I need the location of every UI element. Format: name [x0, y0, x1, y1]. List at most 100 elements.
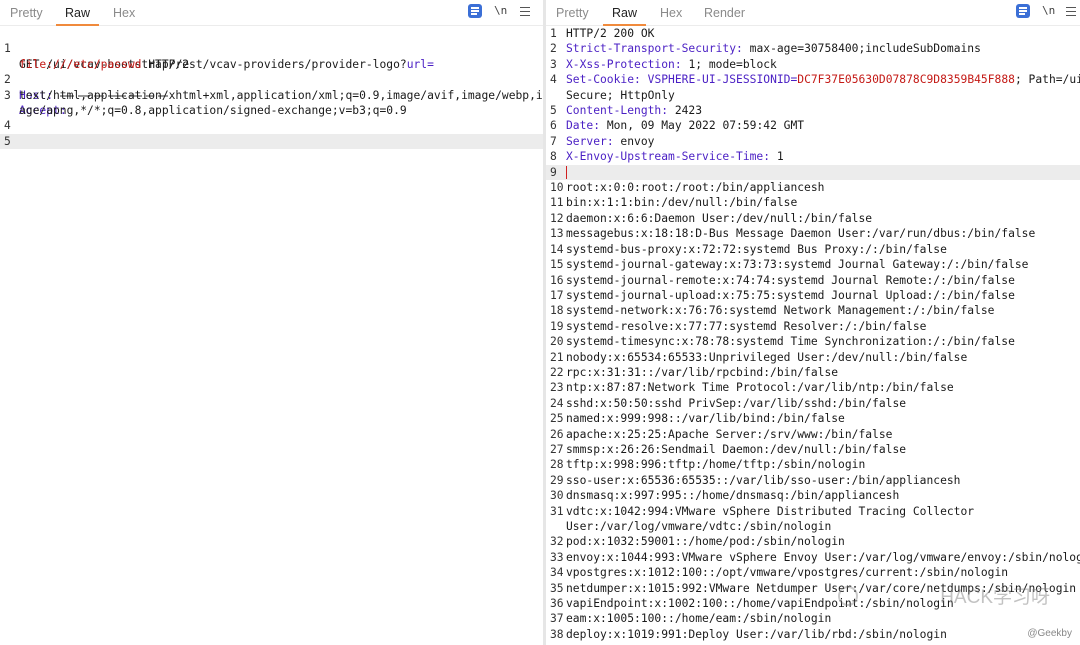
tab-hex[interactable]: Hex	[660, 6, 682, 20]
line-text: sso-user:x:65536:65535::/var/lib/sso-use…	[566, 473, 961, 487]
tab-raw[interactable]: Raw	[602, 6, 647, 26]
request-line: 2 Host:	[0, 57, 543, 102]
line-text: systemd-network:x:76:76:systemd Network …	[566, 304, 995, 318]
line-text: named:x:999:998::/var/lib/bind:/bin/fals…	[566, 412, 845, 426]
line-text: daemon:x:6:6:Daemon User:/dev/null:/bin/…	[566, 211, 873, 225]
response-body-line: 26 apache:x:25:25:Apache Server:/srv/www:…	[546, 427, 1080, 442]
response-line: 6 Date: Mon, 09 May 2022 07:59:42 GMT	[550, 119, 805, 133]
line-number: 17	[550, 288, 564, 302]
line-text: nobody:x:65534:65533:Unprivileged User:/…	[566, 350, 968, 364]
render-toggle-icon[interactable]	[468, 4, 482, 18]
line-text: vpostgres:x:1012:100::/opt/vmware/vpostg…	[566, 566, 1009, 580]
response-body-line: 14 systemd-bus-proxy:x:72:72:systemd Bus …	[546, 242, 1080, 257]
response-pane: Pretty Raw Hex Render \n 1 HTTP/2 200 OK …	[546, 0, 1080, 645]
line-text: apache:x:25:25:Apache Server:/srv/www:/b…	[566, 427, 893, 441]
newline-toggle[interactable]: \n	[494, 4, 507, 17]
watermark-logo-icon	[838, 586, 858, 606]
watermark-text: HACK学习呀	[940, 587, 1050, 608]
response-body-line: 12 daemon:x:6:6:Daemon User:/dev/null:/bi…	[546, 211, 1080, 226]
text-caret	[566, 166, 567, 180]
response-body-line: 24 sshd:x:50:50:sshd PrivSep:/var/lib/ssh…	[546, 396, 1080, 411]
request-line-current: 5	[0, 133, 543, 150]
response-body: 10 root:x:0:0:root:/root:/bin/appliancesh…	[546, 180, 1080, 642]
response-tabbar: Pretty Raw Hex Render \n	[546, 0, 1080, 26]
request-pane: Pretty Raw Hex \n 1 GET /ui/vcav-bootstr…	[0, 0, 543, 645]
render-toggle-icon[interactable]	[1016, 4, 1030, 18]
line-text: bin:x:1:1:bin:/dev/null:/bin/false	[566, 196, 798, 210]
response-body-line: 23 ntp:x:87:87:Network Time Protocol:/var…	[546, 380, 1080, 395]
line-number: 12	[550, 211, 564, 225]
line-number: 26	[550, 427, 564, 441]
request-tabbar: Pretty Raw Hex \n	[0, 0, 543, 26]
response-body-line: 31 vdtc:x:1042:994:VMware vSphere Distrib…	[546, 504, 1080, 519]
response-editor[interactable]: 1 HTTP/2 200 OK 2 Strict-Transport-Securit…	[546, 26, 1080, 642]
response-body-line: 17 systemd-journal-upload:x:75:75:systemd…	[546, 288, 1080, 303]
tab-raw[interactable]: Raw	[55, 6, 100, 26]
line-text: systemd-journal-upload:x:75:75:systemd J…	[566, 288, 1015, 302]
response-line: 5 Content-Length: 2423	[550, 104, 703, 118]
response-line: 1 HTTP/2 200 OK	[550, 27, 655, 40]
response-body-line: 18 systemd-network:x:76:76:systemd Networ…	[546, 303, 1080, 318]
response-line-current: 9	[546, 164, 1080, 181]
line-number: 16	[550, 273, 564, 287]
response-body-line: 16 systemd-journal-remote:x:74:74:systemd…	[546, 273, 1080, 288]
response-body-line: 19 systemd-resolve:x:77:77:systemd Resolv…	[546, 319, 1080, 334]
line-text: pod:x:1032:59001::/home/pod:/sbin/nologi…	[566, 535, 845, 549]
newline-toggle[interactable]: \n	[1042, 4, 1055, 17]
response-body-line: 15 systemd-journal-gateway:x:73:73:system…	[546, 257, 1080, 272]
response-body-line: User:/var/log/vmware/vdtc:/sbin/nologin	[546, 519, 1080, 534]
line-text: systemd-resolve:x:77:77:systemd Resolver…	[566, 319, 927, 333]
line-text: systemd-bus-proxy:x:72:72:systemd Bus Pr…	[566, 242, 947, 256]
request-line: 3 Accept:	[4, 88, 67, 118]
response-line: 3 X-Xss-Protection: 1; mode=block	[550, 57, 777, 71]
line-number: 37	[550, 612, 564, 626]
line-text: rpc:x:31:31::/var/lib/rpcbind:/bin/false	[566, 365, 839, 379]
line-number: 11	[550, 196, 564, 210]
line-number: 32	[550, 535, 564, 549]
line-number: 27	[550, 442, 564, 456]
request-line: 1 GET /ui/vcav-bootstrap/rest/vcav-provi…	[4, 42, 434, 71]
response-body-line: 27 smmsp:x:26:26:Sendmail Daemon:/dev/nul…	[546, 442, 1080, 457]
tab-pretty[interactable]: Pretty	[556, 6, 589, 20]
line-number: 36	[550, 597, 564, 611]
credit-text: @Geekby	[1027, 628, 1072, 639]
line-number: 34	[550, 566, 564, 580]
line-text: deploy:x:1019:991:Deploy User:/var/lib/r…	[566, 627, 947, 641]
request-editor[interactable]: 1 GET /ui/vcav-bootstrap/rest/vcav-provi…	[0, 26, 543, 150]
line-text: sshd:x:50:50:sshd PrivSep:/var/lib/sshd:…	[566, 396, 907, 410]
response-line: Secure; HttpOnly	[566, 88, 675, 102]
response-line: 4 Set-Cookie: VSPHERE-UI-JSESSIONID=DC7F3…	[550, 73, 1080, 87]
line-text: eam:x:1005:100::/home/eam:/sbin/nologin	[566, 612, 832, 626]
response-line: 8 X-Envoy-Upstream-Service-Time: 1	[550, 150, 784, 164]
line-number: 10	[550, 181, 564, 195]
line-number: 23	[550, 381, 564, 395]
line-number: 20	[550, 335, 564, 349]
line-number: 28	[550, 458, 564, 472]
menu-icon[interactable]	[520, 4, 530, 19]
response-line: 2 Strict-Transport-Security: max-age=3075…	[550, 42, 981, 56]
tab-hex[interactable]: Hex	[113, 6, 135, 20]
response-body-line: 21 nobody:x:65534:65533:Unprivileged User…	[546, 350, 1080, 365]
line-number: 19	[550, 319, 564, 333]
line-number: 13	[550, 227, 564, 241]
response-body-line: 28 tftp:x:998:996:tftp:/home/tftp:/sbin/n…	[546, 457, 1080, 472]
response-body-line: 33 envoy:x:1044:993:VMware vSphere Envoy …	[546, 550, 1080, 565]
line-text: ntp:x:87:87:Network Time Protocol:/var/l…	[566, 381, 954, 395]
line-number: 38	[550, 627, 564, 641]
line-text: dnsmasq:x:997:995::/home/dnsmasq:/bin/ap…	[566, 489, 900, 503]
response-body-line: 30 dnsmasq:x:997:995::/home/dnsmasq:/bin/…	[546, 488, 1080, 503]
line-number: 18	[550, 304, 564, 318]
response-body-line: 22 rpc:x:31:31::/var/lib/rpcbind:/bin/fal…	[546, 365, 1080, 380]
request-line: file:///etc/passwd HTTP/2	[19, 57, 190, 71]
line-text: systemd-journal-gateway:x:73:73:systemd …	[566, 258, 1029, 272]
line-text: systemd-timesync:x:78:78:systemd Time Sy…	[566, 335, 1015, 349]
response-body-line: 10 root:x:0:0:root:/root:/bin/appliancesh	[546, 180, 1080, 195]
request-line: age/apng,*/*;q=0.8,application/signed-ex…	[19, 104, 407, 118]
request-line: 4	[4, 119, 11, 133]
tab-pretty[interactable]: Pretty	[10, 6, 43, 20]
menu-icon[interactable]	[1066, 4, 1076, 19]
line-text: messagebus:x:18:18:D-Bus Message Daemon …	[566, 227, 1036, 241]
line-text: root:x:0:0:root:/root:/bin/appliancesh	[566, 181, 825, 195]
tab-render[interactable]: Render	[704, 6, 745, 20]
line-text: envoy:x:1044:993:VMware vSphere Envoy Us…	[566, 550, 1080, 564]
